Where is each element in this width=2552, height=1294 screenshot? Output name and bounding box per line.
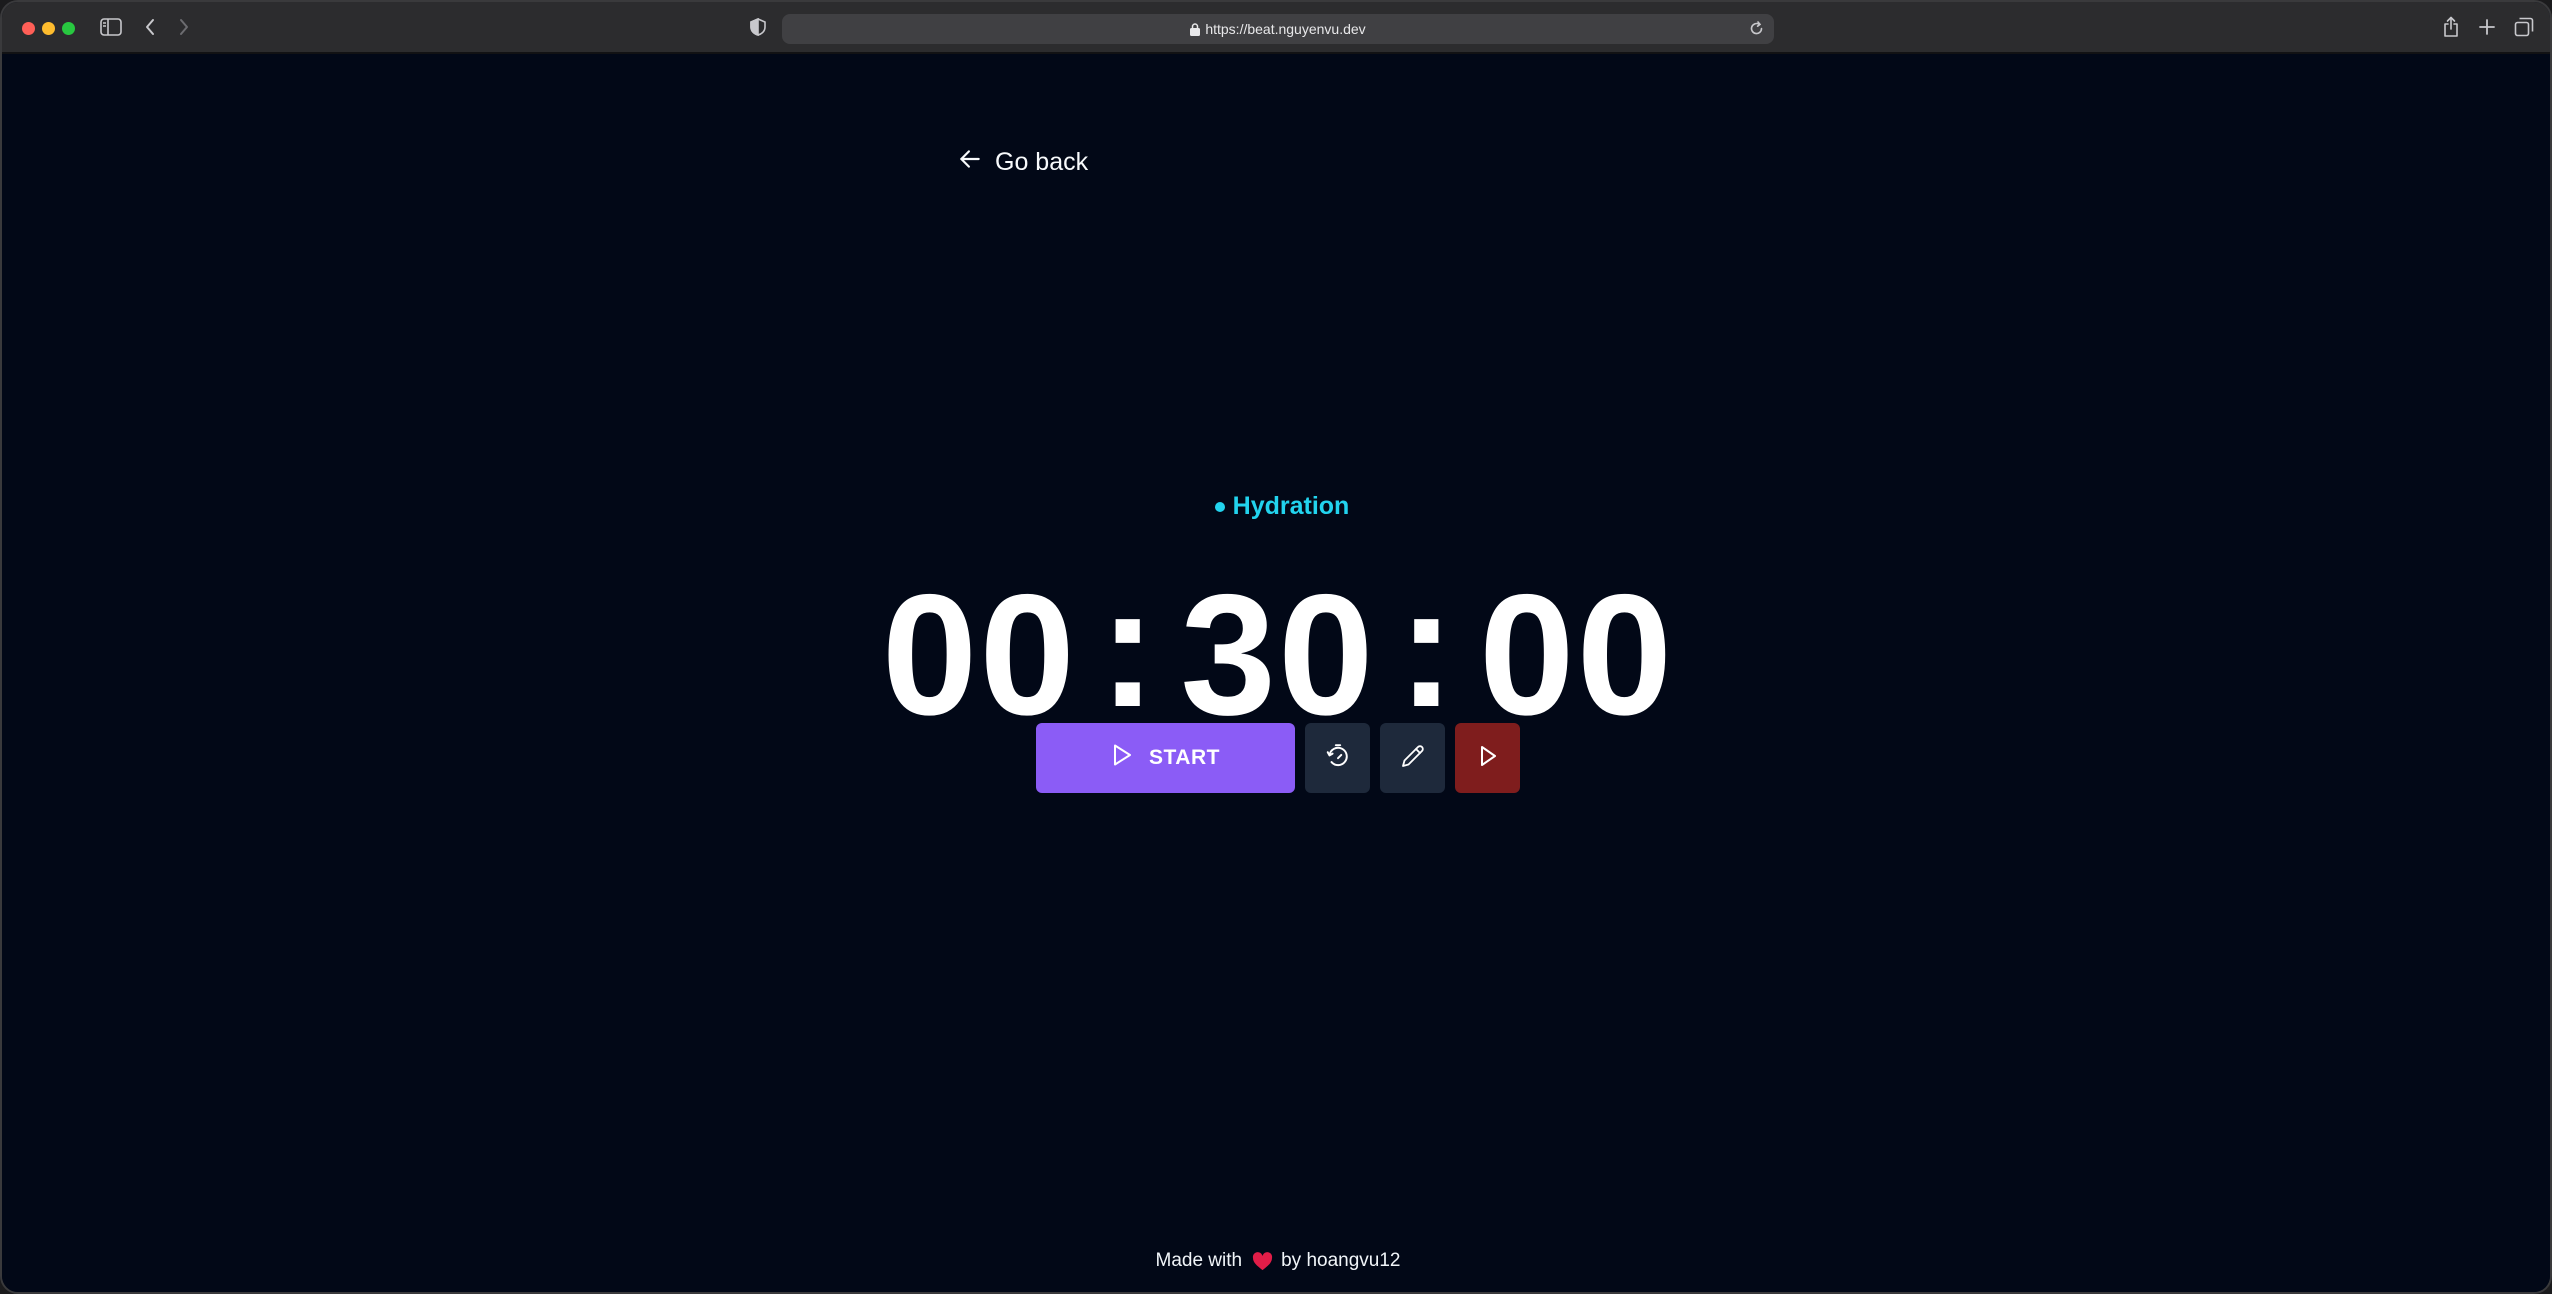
back-navigation-icon[interactable] [144, 18, 156, 36]
footer-suffix: by hoangvu12 [1281, 1250, 1401, 1271]
address-bar[interactable]: https://beat.nguyenvu.dev [782, 14, 1774, 44]
status-dot [1214, 501, 1225, 512]
timer-seconds: 00 [1478, 559, 1675, 751]
play-icon [1477, 744, 1499, 773]
arrow-left-icon [957, 146, 995, 179]
go-back-label: Go back [995, 148, 1089, 176]
reload-icon[interactable] [1749, 21, 1764, 36]
timer-minutes: 30 [1180, 559, 1376, 751]
close-window-button[interactable] [22, 22, 35, 35]
new-tab-icon[interactable] [2478, 18, 2496, 36]
sidebar-toggle-icon[interactable] [100, 18, 122, 36]
privacy-shield-icon[interactable] [750, 18, 766, 36]
tab-overview-icon[interactable] [2514, 17, 2534, 37]
minimize-window-button[interactable] [42, 22, 55, 35]
start-button[interactable]: START [1036, 723, 1295, 793]
share-icon[interactable] [2442, 16, 2460, 38]
timer-display: 00 : 30 : 00 [2, 559, 2550, 751]
timer-label: Hydration [2, 492, 2550, 521]
forward-navigation-icon[interactable] [178, 18, 190, 36]
timer-separator: : [1099, 551, 1159, 743]
pencil-icon [1401, 744, 1425, 773]
footer-prefix: Made with [1155, 1250, 1243, 1271]
url-text: https://beat.nguyenvu.dev [1205, 21, 1366, 37]
play-sound-button[interactable] [1455, 723, 1520, 793]
timer-hours: 00 [881, 559, 1078, 751]
zoom-window-button[interactable] [62, 22, 75, 35]
start-button-label: START [1149, 746, 1220, 769]
heart-icon [1252, 1251, 1273, 1271]
edit-timer-button[interactable] [1380, 723, 1445, 793]
footer-credit: Made with by hoangvu12 [2, 1250, 2550, 1272]
timer-reset-icon [1325, 743, 1351, 774]
browser-window: https://beat.nguyenvu.dev Go back Hydrat… [0, 0, 2552, 1294]
go-back-link[interactable]: Go back [957, 146, 1088, 179]
timer-page: Go back Hydration 00 : 30 : 00 START Mad… [2, 54, 2550, 1292]
play-icon [1111, 743, 1149, 773]
browser-toolbar: https://beat.nguyenvu.dev [2, 2, 2550, 54]
timer-controls: START [1036, 723, 1520, 793]
reset-timer-button[interactable] [1305, 723, 1370, 793]
timer-label-text: Hydration [1232, 492, 1350, 520]
lock-icon [1190, 22, 1201, 36]
timer-separator: : [1397, 551, 1457, 743]
